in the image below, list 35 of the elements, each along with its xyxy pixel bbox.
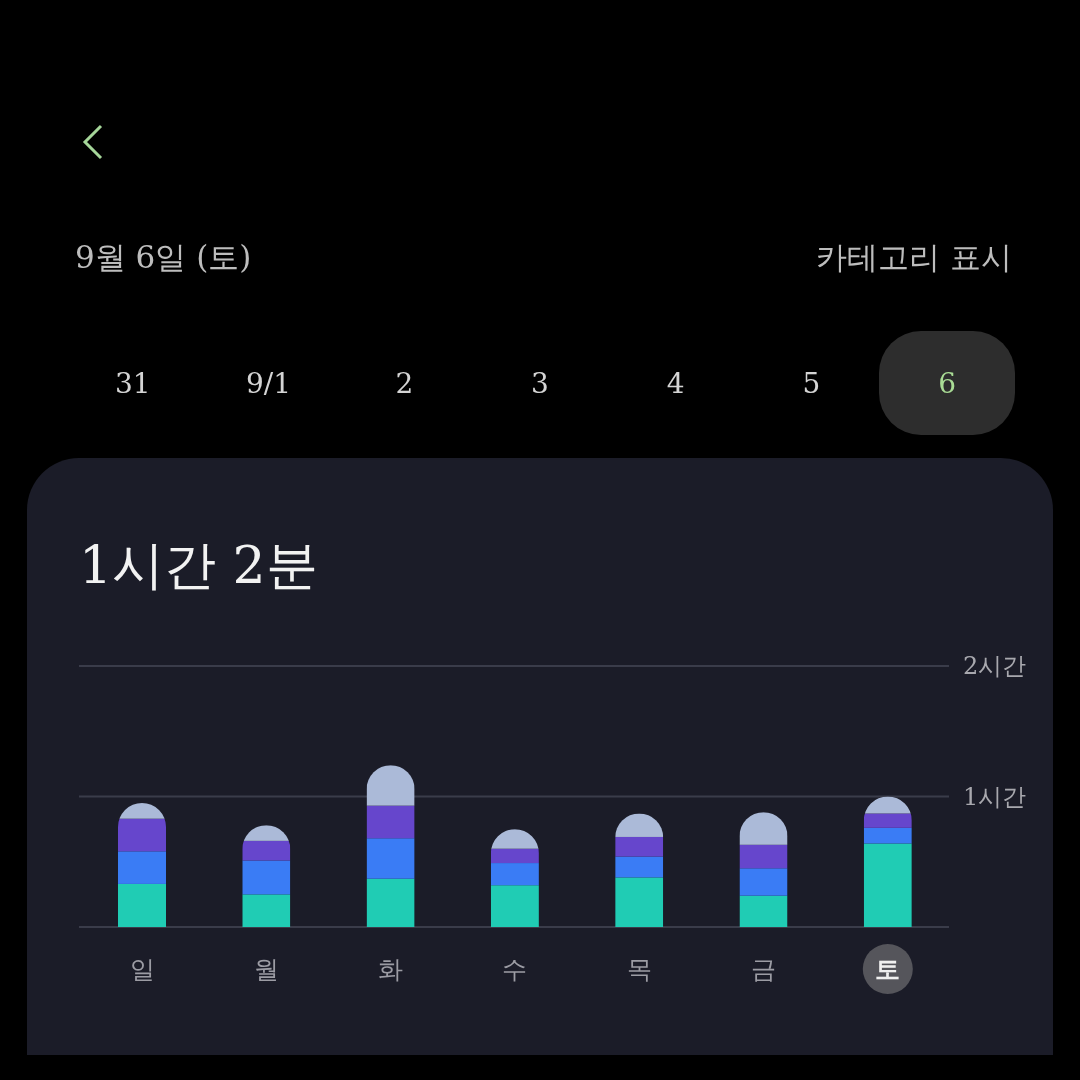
bar-segment — [739, 895, 788, 927]
selected-day-marker — [862, 944, 913, 994]
bar-segment — [366, 765, 415, 806]
y-axis-label: 1시간 — [963, 782, 1027, 811]
bar-segment — [615, 836, 664, 857]
total-usage-time: 1시간 2분 — [79, 534, 318, 597]
category-toggle[interactable]: 카테고리 표시 — [816, 237, 1012, 279]
day-tab[interactable]: 31 — [65, 331, 201, 435]
x-axis-label: 토 — [875, 955, 901, 984]
day-tab[interactable]: 9/1 — [200, 331, 337, 435]
bar-segment — [863, 813, 912, 828]
y-axis-label: 2시간 — [963, 652, 1027, 680]
bar-segment — [366, 838, 415, 879]
bar-segment — [739, 812, 788, 845]
x-axis-label: 목 — [626, 955, 652, 984]
day-tab[interactable]: 4 — [607, 331, 744, 435]
day-tab[interactable]: 5 — [743, 331, 880, 435]
x-axis-label: 화 — [378, 955, 404, 984]
bar-segment — [242, 894, 291, 927]
x-axis-label: 수 — [502, 955, 528, 984]
bar-segment — [118, 851, 166, 884]
x-axis-label: 일 — [129, 955, 155, 984]
bar-segment — [739, 844, 788, 869]
day-tab[interactable]: 3 — [472, 331, 608, 435]
x-axis-label: 금 — [751, 955, 776, 984]
back-icon[interactable] — [82, 124, 104, 160]
bar-segment — [739, 868, 788, 896]
bar-segment — [366, 878, 415, 927]
bar-segment — [118, 883, 166, 927]
bar-segment — [615, 813, 664, 837]
bar-segment — [366, 805, 415, 839]
day-tab[interactable]: 2 — [336, 331, 473, 435]
selected-date: 9월 6일 (토) — [75, 238, 252, 277]
day-tab[interactable]: 6 — [879, 331, 1016, 435]
x-axis-label: 월 — [253, 955, 279, 984]
